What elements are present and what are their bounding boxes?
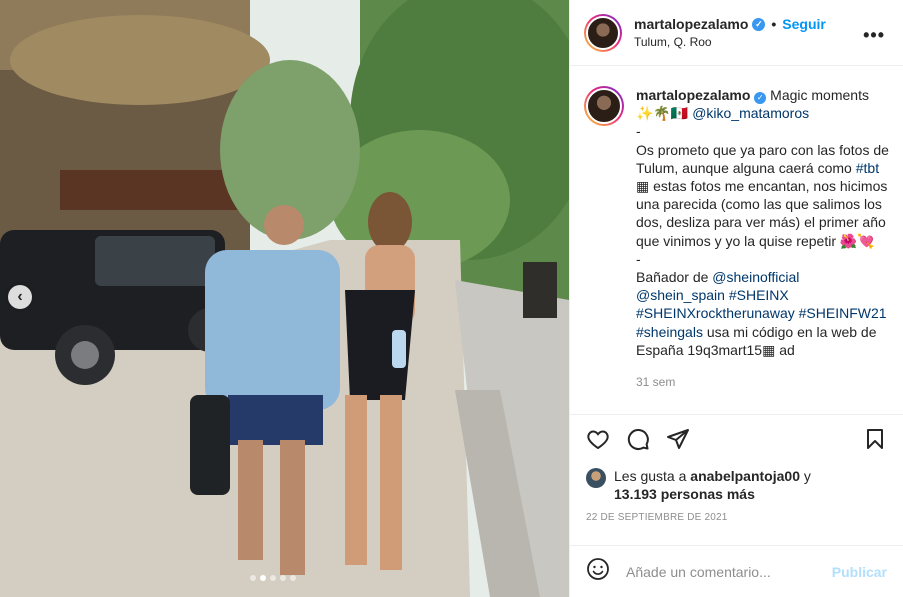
caption-username[interactable]: martalopezalamo bbox=[636, 87, 750, 103]
caption-timestamp[interactable]: 31 sem bbox=[636, 373, 889, 391]
carousel-dot bbox=[250, 575, 256, 581]
verified-badge-icon: ✓ bbox=[752, 17, 766, 31]
liker-avatar[interactable] bbox=[586, 468, 606, 488]
hashtag-link[interactable]: #SHEINXrocktherunaway bbox=[636, 305, 795, 321]
action-bar bbox=[570, 415, 903, 467]
profile-avatar[interactable] bbox=[584, 13, 622, 52]
post-username[interactable]: martalopezalamo bbox=[634, 16, 748, 32]
caption-dash: - bbox=[636, 250, 641, 267]
caption-area: martalopezalamo ✓ Magic moments ✨🌴🇲🇽 @ki… bbox=[570, 66, 903, 415]
emoji-icon[interactable] bbox=[586, 557, 610, 586]
liker-username[interactable]: anabelpantoja00 bbox=[690, 468, 800, 484]
comment-icon[interactable] bbox=[626, 427, 650, 456]
mention-link[interactable]: @shein_spain bbox=[636, 287, 725, 303]
likes-prefix: Les gusta a bbox=[614, 468, 687, 484]
more-options-icon[interactable]: ••• bbox=[863, 25, 885, 46]
bookmark-icon[interactable] bbox=[863, 428, 887, 455]
post-header: martalopezalamo ✓ • Seguir Tulum, Q. Roo… bbox=[570, 0, 903, 66]
separator-dot: • bbox=[771, 16, 777, 32]
carousel-dot bbox=[280, 575, 286, 581]
hashtag-link[interactable]: #tbt bbox=[856, 160, 879, 176]
photo-scene bbox=[0, 0, 569, 597]
caption-intro: Magic moments bbox=[770, 87, 869, 103]
caption-text: martalopezalamo ✓ Magic moments ✨🌴🇲🇽 @ki… bbox=[636, 86, 889, 414]
post-date: 22 DE SEPTIEMBRE DE 2021 bbox=[586, 512, 728, 523]
caption-body: Os prometo que ya paro con las fotos de … bbox=[636, 141, 893, 176]
carousel-dot bbox=[290, 575, 296, 581]
post-location[interactable]: Tulum, Q. Roo bbox=[634, 35, 826, 49]
mention-link[interactable]: @kiko_matamoros bbox=[692, 105, 809, 121]
verified-badge-icon: ✓ bbox=[754, 92, 767, 105]
carousel-dot-active bbox=[260, 575, 266, 581]
post-photo[interactable]: ‹ bbox=[0, 0, 569, 597]
mention-link[interactable]: @sheinofficial bbox=[712, 269, 799, 285]
carousel-dot bbox=[270, 575, 276, 581]
comment-box: Añade un comentario... Publicar bbox=[570, 545, 903, 597]
hashtag-link[interactable]: #sheingals bbox=[636, 324, 703, 340]
hashtag-link[interactable]: #SHEINX bbox=[729, 287, 789, 303]
follow-button[interactable]: Seguir bbox=[782, 16, 826, 32]
caption-emojis: ✨🌴🇲🇽 bbox=[636, 105, 689, 122]
caption-avatar[interactable] bbox=[584, 86, 624, 126]
caption-body: ▦ estas fotos me encantan, nos hicimos u… bbox=[636, 178, 892, 249]
instagram-post: ‹ martalopezalamo ✓ • Seguir Tulum, Q. R… bbox=[0, 0, 903, 597]
comment-input[interactable]: Añade un comentario... bbox=[626, 564, 832, 580]
caption-body: Bañador de bbox=[636, 269, 709, 286]
likes-joiner: y bbox=[803, 468, 811, 484]
caption-dash: - bbox=[636, 123, 641, 140]
heart-icon[interactable] bbox=[586, 427, 610, 456]
carousel-dots bbox=[250, 575, 296, 581]
share-icon[interactable] bbox=[666, 427, 690, 456]
likes-count[interactable]: 13.193 personas más bbox=[614, 486, 755, 502]
hashtag-link[interactable]: #SHEINFW21 bbox=[799, 305, 887, 321]
likes-summary: Les gusta a anabelpantoja00 y 13.193 per… bbox=[570, 467, 903, 503]
publish-button[interactable]: Publicar bbox=[832, 564, 887, 580]
post-side-panel: martalopezalamo ✓ • Seguir Tulum, Q. Roo… bbox=[569, 0, 903, 597]
chevron-left-icon: ‹ bbox=[17, 288, 23, 305]
carousel-prev-button[interactable]: ‹ bbox=[8, 285, 32, 309]
